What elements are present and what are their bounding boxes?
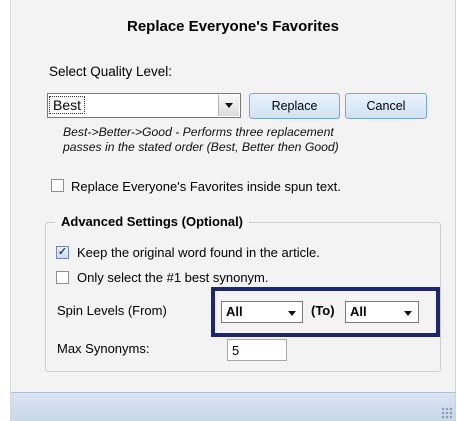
resize-grip-icon[interactable]	[441, 407, 453, 419]
spun-text-label: Replace Everyone's Favorites inside spun…	[71, 179, 341, 194]
spin-levels-label: Spin Levels (From)	[57, 303, 167, 318]
keep-original-checkbox[interactable]: ✓	[56, 246, 69, 259]
max-synonyms-input[interactable]: 5	[227, 339, 287, 361]
replace-button[interactable]: Replace	[249, 93, 340, 119]
chevron-down-icon	[288, 311, 296, 316]
checkmark-icon: ✓	[57, 246, 68, 258]
spun-text-checkbox[interactable]	[51, 179, 64, 192]
chevron-down-icon	[404, 311, 412, 316]
best-synonym-checkbox[interactable]	[56, 271, 69, 284]
chevron-down-icon	[225, 103, 233, 108]
spin-to-select[interactable]: All	[345, 301, 419, 323]
max-synonyms-label: Max Synonyms:	[57, 341, 150, 356]
keep-original-label: Keep the original word found in the arti…	[77, 245, 320, 260]
quality-level-value: Best	[48, 96, 86, 114]
cancel-button[interactable]: Cancel	[345, 93, 427, 119]
quality-description-line: Best->Better->Good - Performs three repl…	[63, 125, 334, 139]
quality-dropdown-button[interactable]	[218, 95, 239, 116]
spin-from-value: All	[226, 304, 243, 319]
quality-description-line: passes in the stated order (Best, Better…	[63, 140, 339, 154]
spin-to-label: (To)	[311, 303, 335, 318]
quality-level-select[interactable]: Best	[47, 93, 241, 118]
dialog-title: Replace Everyone's Favorites	[126, 18, 339, 35]
quality-level-label: Select Quality Level:	[49, 64, 173, 79]
status-bar	[11, 392, 455, 421]
spin-from-select[interactable]: All	[221, 301, 303, 323]
quality-description: Best->Better->Good - Performs three repl…	[63, 125, 383, 155]
spin-to-value: All	[350, 304, 367, 319]
best-synonym-label: Only select the #1 best synonym.	[77, 270, 269, 285]
advanced-settings-title: Advanced Settings (Optional)	[55, 214, 250, 229]
replace-favorites-dialog: Replace Everyone's Favorites Select Qual…	[10, 0, 456, 421]
